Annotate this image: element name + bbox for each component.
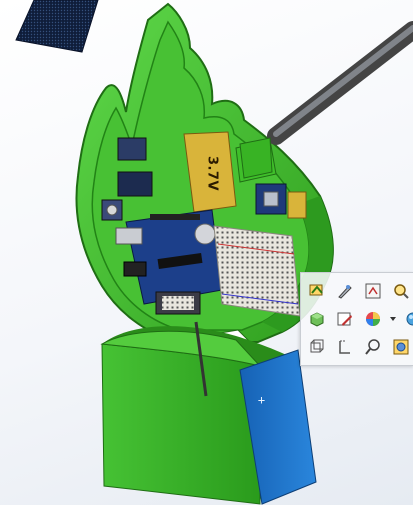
toolbar-row-1: [305, 279, 413, 303]
smart-dimension-button[interactable]: [305, 279, 329, 303]
toolbar-row-3: [305, 335, 413, 359]
module-right-small: [287, 191, 307, 219]
hide-show-icon: [393, 339, 409, 355]
context-toolbar: [300, 272, 413, 366]
zoom-button[interactable]: [361, 335, 385, 359]
sketch-button[interactable]: [361, 279, 385, 303]
usb-port: [115, 227, 143, 245]
battery-label: 3.7V: [204, 155, 220, 192]
edit-tool-icon: [338, 285, 352, 299]
section-view-button[interactable]: [333, 335, 357, 359]
board-header: [150, 214, 200, 220]
edit-tool-button[interactable]: [333, 279, 357, 303]
solar-panel: [15, 0, 99, 53]
module-bottom-pins: [162, 296, 194, 310]
sketch-icon: [365, 283, 381, 299]
view-cube-icon: [310, 339, 324, 353]
view-cube-button[interactable]: [305, 335, 329, 359]
model-render: [15, 0, 413, 505]
toolbar-row-2: [305, 307, 413, 331]
capacitor: [194, 223, 216, 245]
magnifier-icon: [394, 284, 409, 299]
antenna-mount: [239, 137, 273, 179]
module-mid-left: [117, 171, 153, 197]
power-jack: [123, 261, 147, 277]
view-orientation-icon: [310, 312, 324, 327]
hide-show-button[interactable]: [389, 335, 413, 359]
edit-sketch-button[interactable]: [333, 307, 357, 331]
display-style-button[interactable]: [401, 307, 413, 331]
module-top-left: [117, 137, 147, 161]
cad-viewport[interactable]: [0, 0, 413, 505]
appearance-icon: [366, 312, 380, 326]
cursor-crosshair: +: [257, 393, 266, 407]
display-style-icon: [406, 312, 413, 326]
section-view-icon: [339, 340, 350, 354]
view-orientation-button[interactable]: [305, 307, 329, 331]
enclosure-base: [101, 343, 261, 505]
magnifier-button[interactable]: [389, 279, 413, 303]
smart-dimension-icon: [309, 284, 323, 296]
sensor-dome: [106, 204, 118, 216]
zoom-icon: [365, 339, 380, 355]
appearance-button[interactable]: [361, 307, 385, 331]
module-right-chip: [263, 191, 279, 207]
dropdown-arrow-icon[interactable]: [389, 307, 397, 331]
edit-sketch-icon: [337, 312, 352, 326]
